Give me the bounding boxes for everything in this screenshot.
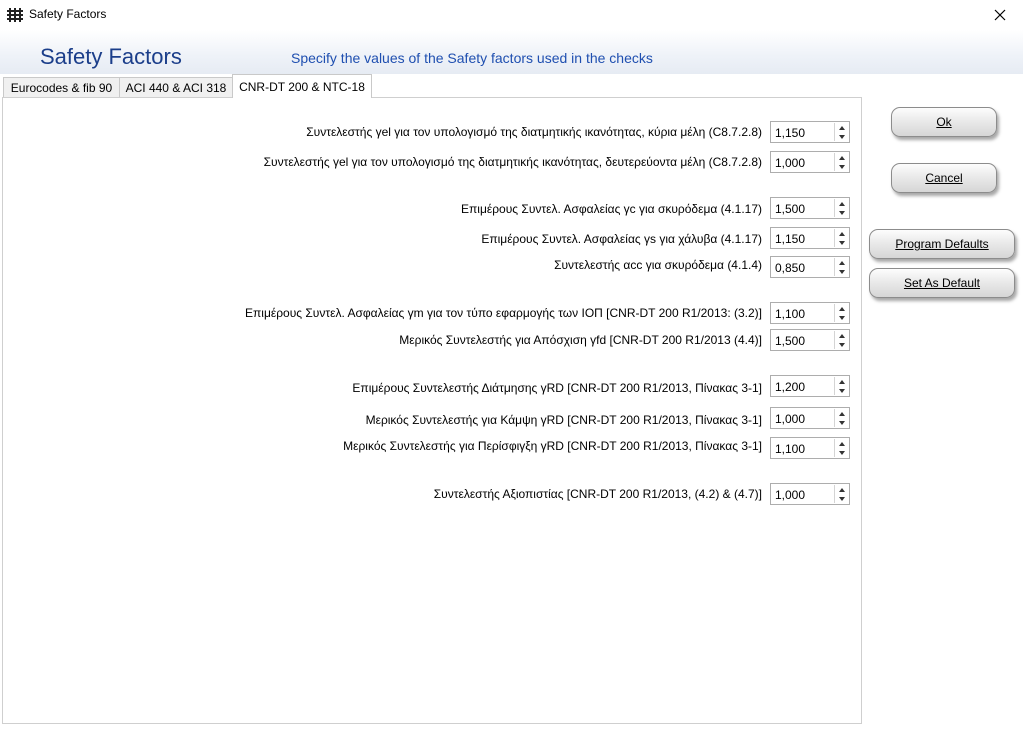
spin-up-icon[interactable] <box>835 409 848 418</box>
spin-up-icon[interactable] <box>835 304 848 313</box>
value-spinner[interactable]: 1,000 <box>770 483 850 505</box>
value-spinner[interactable]: 0,850 <box>770 256 850 278</box>
close-button[interactable] <box>977 0 1023 30</box>
spinner-value[interactable]: 1,000 <box>775 412 805 426</box>
value-spinner[interactable]: 1,150 <box>770 121 850 143</box>
spin-down-icon[interactable] <box>835 162 848 171</box>
program-defaults-label: Program Defaults <box>895 237 989 251</box>
window-title: Safety Factors <box>29 7 107 21</box>
spinner-value[interactable]: 1,000 <box>775 488 805 502</box>
tab-eurocodes[interactable]: Eurocodes & fib 90 <box>3 77 120 97</box>
spin-up-icon[interactable] <box>835 377 848 386</box>
field-label: Επιμέρους Συντελεστής Διάτμησης γRD [CNR… <box>352 381 762 395</box>
value-spinner[interactable]: 1,000 <box>770 151 850 173</box>
spinner-value[interactable]: 0,850 <box>775 261 805 275</box>
spin-up-icon[interactable] <box>835 153 848 162</box>
spin-down-icon[interactable] <box>835 132 848 141</box>
spin-down-icon[interactable] <box>835 418 848 427</box>
spinner-value[interactable]: 1,150 <box>775 126 805 140</box>
spin-down-icon[interactable] <box>835 386 848 395</box>
dialog-header: Safety Factors Specify the values of the… <box>0 30 1023 74</box>
value-spinner[interactable]: 1,500 <box>770 197 850 219</box>
field-label: Συντελεστής Αξιοπιστίας [CNR-DT 200 R1/2… <box>433 487 762 501</box>
spin-up-icon[interactable] <box>835 199 848 208</box>
field-label: Μερικός Συντελεστής για Απόσχιση γfd [CN… <box>399 333 762 347</box>
spinner-value[interactable]: 1,100 <box>775 442 805 456</box>
value-spinner[interactable]: 1,500 <box>770 329 850 351</box>
spin-up-icon[interactable] <box>835 331 848 340</box>
field-label: Επιμέρους Συντελ. Ασφαλείας γs για χάλυβ… <box>481 232 762 246</box>
ok-button-label: Ok <box>936 115 952 129</box>
spin-up-icon[interactable] <box>835 485 848 494</box>
page-title: Safety Factors <box>40 44 182 69</box>
value-spinner[interactable]: 1,000 <box>770 407 850 429</box>
title-bar: Safety Factors <box>0 0 1023 30</box>
cancel-button-label: Cancel <box>925 171 963 185</box>
spin-down-icon[interactable] <box>835 267 848 276</box>
field-label: Μερικός Συντελεστής για Περίσφιγξη γRD [… <box>343 439 762 453</box>
spin-up-icon[interactable] <box>835 439 848 448</box>
spinner-value[interactable]: 1,150 <box>775 232 805 246</box>
cancel-button[interactable]: Cancel <box>891 163 997 193</box>
page-subtitle: Specify the values of the Safety factors… <box>291 50 653 66</box>
value-spinner[interactable]: 1,100 <box>770 302 850 324</box>
field-label: Συντελεστής γel για τον υπολογισμό της δ… <box>263 155 762 169</box>
grid-app-icon <box>7 8 23 22</box>
spin-up-icon[interactable] <box>835 229 848 238</box>
field-label: Μερικός Συντελεστής για Κάμψη γRD [CNR-D… <box>365 413 762 427</box>
value-spinner[interactable]: 1,150 <box>770 227 850 249</box>
value-spinner[interactable]: 1,200 <box>770 375 850 397</box>
ok-button[interactable]: Ok <box>891 107 997 137</box>
spinner-value[interactable]: 1,200 <box>775 380 805 394</box>
spinner-value[interactable]: 1,100 <box>775 307 805 321</box>
spin-down-icon[interactable] <box>835 494 848 503</box>
spin-up-icon[interactable] <box>835 258 848 267</box>
spin-down-icon[interactable] <box>835 313 848 322</box>
close-icon <box>994 9 1006 21</box>
field-label: Συντελεστής γel για τον υπολογισμό της δ… <box>306 125 762 139</box>
spin-up-icon[interactable] <box>835 123 848 132</box>
field-label: Επιμέρους Συντελ. Ασφαλείας γc για σκυρό… <box>461 202 762 216</box>
tab-panel <box>2 97 862 724</box>
spinner-value[interactable]: 1,500 <box>775 334 805 348</box>
set-as-default-button[interactable]: Set As Default <box>869 268 1015 298</box>
spin-down-icon[interactable] <box>835 448 848 457</box>
spin-down-icon[interactable] <box>835 208 848 217</box>
program-defaults-button[interactable]: Program Defaults <box>869 229 1015 259</box>
spinner-value[interactable]: 1,500 <box>775 202 805 216</box>
field-label: Επιμέρους Συντελ. Ασφαλείας γm για τον τ… <box>245 306 762 320</box>
tab-cnr-dt[interactable]: CNR-DT 200 & NTC-18 <box>232 74 372 98</box>
spin-down-icon[interactable] <box>835 238 848 247</box>
field-label: Συντελεστής αcc για σκυρόδεμα (4.1.4) <box>554 258 762 272</box>
spinner-value[interactable]: 1,000 <box>775 156 805 170</box>
value-spinner[interactable]: 1,100 <box>770 437 850 459</box>
spin-down-icon[interactable] <box>835 340 848 349</box>
tab-aci[interactable]: ACI 440 & ACI 318 <box>119 77 233 97</box>
set-as-default-label: Set As Default <box>903 276 981 290</box>
